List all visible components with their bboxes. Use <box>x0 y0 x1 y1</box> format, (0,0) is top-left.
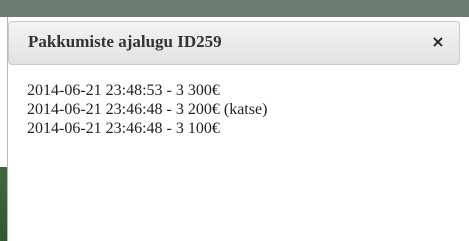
bid-history-item: 2014-06-21 23:46:48 - 3 100€ <box>27 120 220 137</box>
page: Pakkumiste ajalugu ID259 × 2014-06-21 23… <box>0 0 469 241</box>
bid-history-item: 2014-06-21 23:48:53 - 3 300€ <box>27 82 220 99</box>
background-edge <box>0 17 7 241</box>
close-icon[interactable]: × <box>429 32 447 52</box>
dialog-title: Pakkumiste ajalugu ID259 <box>28 32 222 51</box>
background-strip <box>0 0 469 17</box>
bid-history-item: 2014-06-21 23:46:48 - 3 200€ (katse) <box>27 101 268 118</box>
bid-history-list: 2014-06-21 23:48:53 - 3 300€ 2014-06-21 … <box>27 81 267 138</box>
dialog-titlebar: Pakkumiste ajalugu ID259 × <box>8 21 460 65</box>
